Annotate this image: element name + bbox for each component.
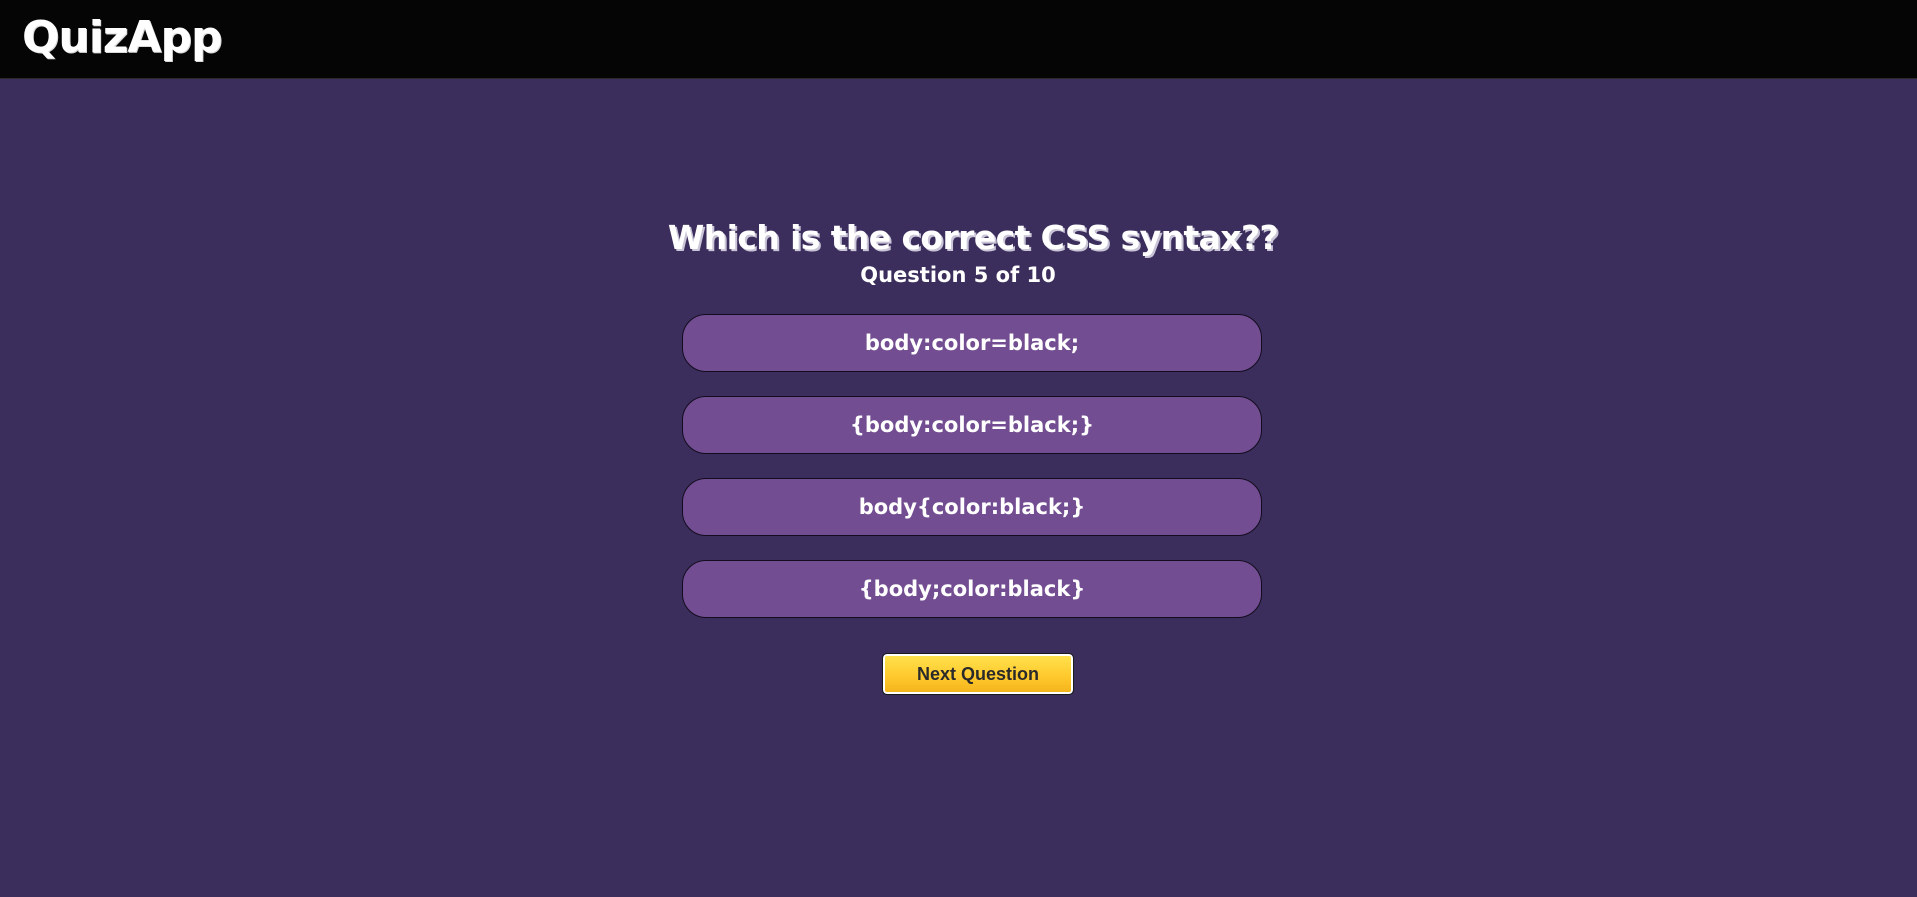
answer-option-2[interactable]: {body:color=black;}	[682, 396, 1262, 454]
answer-option-1[interactable]: body:color=black;	[682, 314, 1262, 372]
next-question-button[interactable]: Next Question	[882, 653, 1074, 695]
answer-option-4[interactable]: {body;color:black}	[682, 560, 1262, 618]
app-logo[interactable]: QuizApp	[22, 13, 222, 63]
question-counter: Question 5 of 10	[860, 263, 1056, 287]
navbar: QuizApp	[0, 0, 1917, 79]
question-title: Which is the correct CSS syntax??	[667, 218, 1279, 258]
answer-option-3[interactable]: body{color:black;}	[682, 478, 1262, 536]
